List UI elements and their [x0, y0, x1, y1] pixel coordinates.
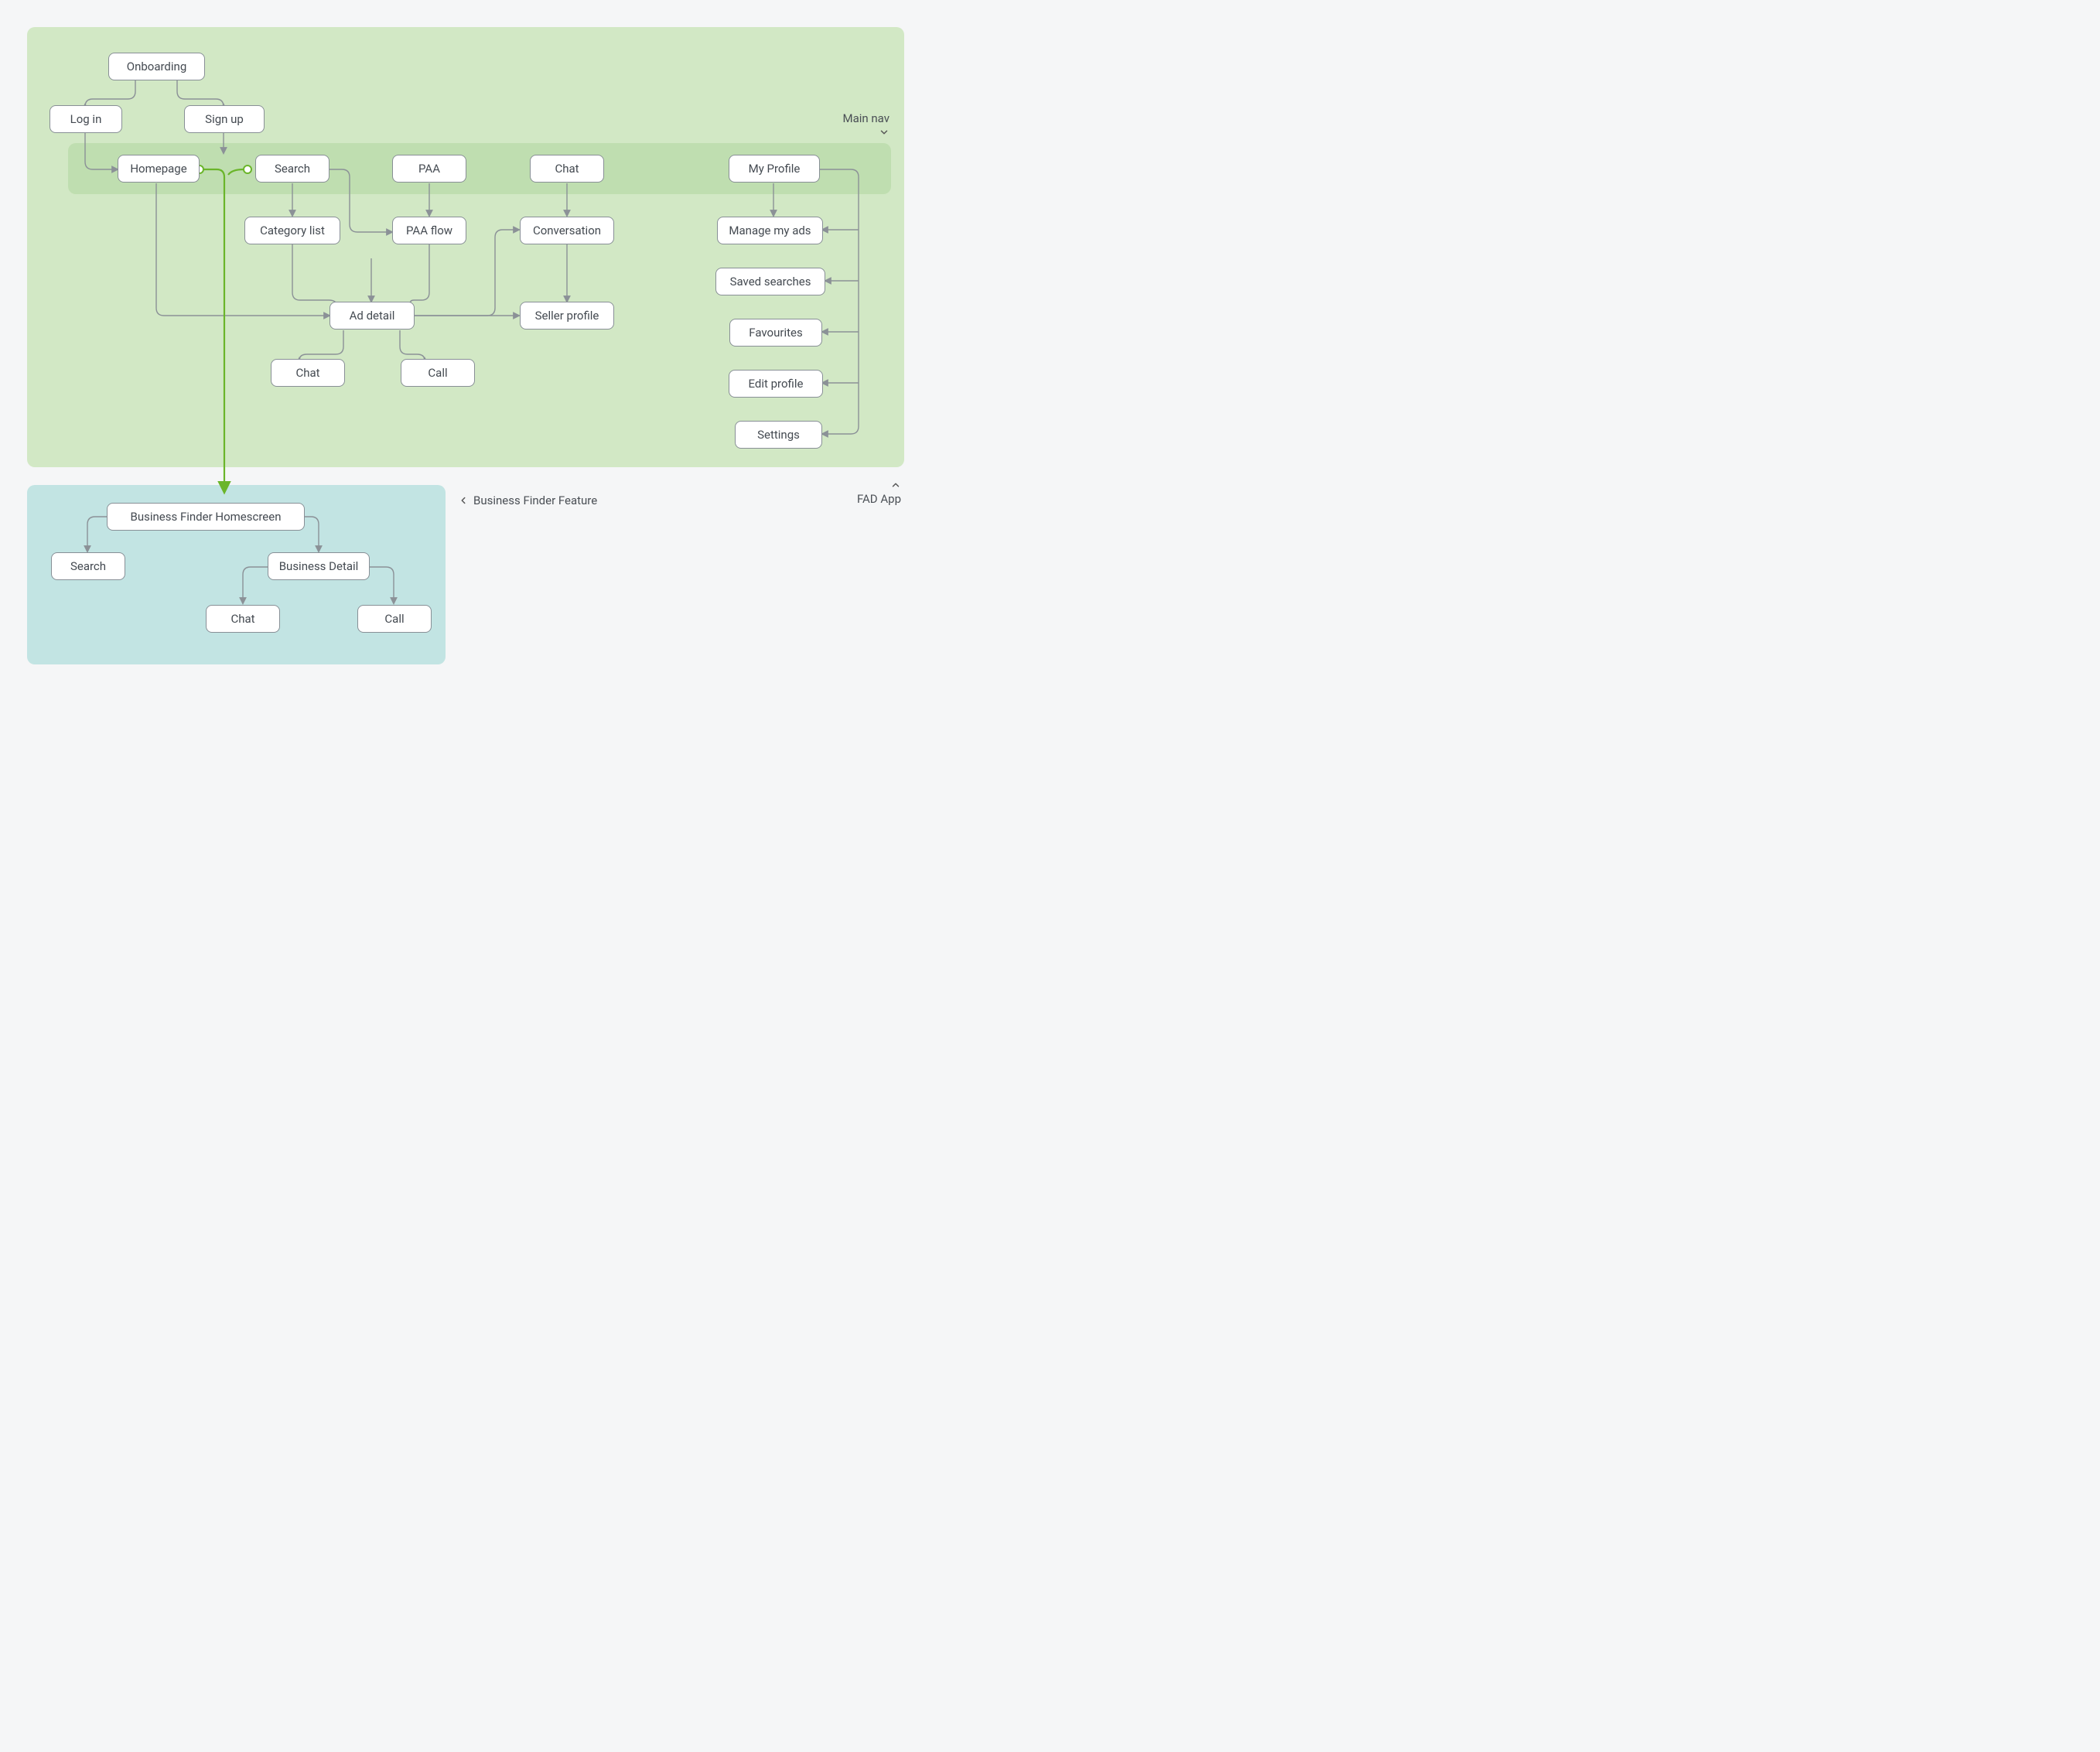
- node-bf-search[interactable]: Search: [51, 552, 125, 580]
- node-label: Manage my ads: [729, 224, 811, 237]
- node-label: Call: [428, 366, 447, 380]
- node-category-list[interactable]: Category list: [244, 217, 340, 244]
- chevron-left-icon: [458, 495, 469, 506]
- node-conversation[interactable]: Conversation: [520, 217, 614, 244]
- node-label: PAA flow: [406, 224, 452, 237]
- label-fad-app-text: FAD App: [857, 492, 901, 506]
- node-label: Onboarding: [127, 60, 187, 73]
- node-label: Conversation: [533, 224, 601, 237]
- node-bf-home[interactable]: Business Finder Homescreen: [107, 503, 305, 531]
- node-label: Saved searches: [730, 275, 811, 289]
- node-label: Edit profile: [749, 377, 804, 391]
- label-business-finder-text: Business Finder Feature: [473, 493, 597, 507]
- node-label: Category list: [260, 224, 325, 237]
- node-bf-chat[interactable]: Chat: [206, 605, 280, 633]
- chevron-down-icon: [879, 127, 890, 138]
- node-label: Homepage: [130, 162, 186, 176]
- node-label: Favourites: [749, 326, 802, 340]
- node-chat-nav[interactable]: Chat: [530, 155, 604, 183]
- label-fad-app: FAD App: [797, 480, 901, 506]
- node-ad-detail[interactable]: Ad detail: [330, 302, 415, 330]
- node-favourites[interactable]: Favourites: [729, 319, 822, 347]
- node-label: Search: [275, 162, 310, 176]
- node-label: Settings: [757, 428, 800, 442]
- node-my-profile[interactable]: My Profile: [729, 155, 820, 183]
- node-label: Chat: [295, 366, 319, 380]
- node-settings[interactable]: Settings: [735, 421, 822, 449]
- node-login[interactable]: Log in: [50, 105, 122, 133]
- node-label: My Profile: [749, 162, 801, 176]
- node-label: Ad detail: [350, 309, 395, 323]
- label-main-nav-text: Main nav: [842, 111, 890, 125]
- label-business-finder: Business Finder Feature: [458, 493, 597, 507]
- node-saved-searches[interactable]: Saved searches: [715, 268, 825, 295]
- node-label: PAA: [418, 162, 440, 176]
- node-call-sub[interactable]: Call: [401, 359, 475, 387]
- node-signup[interactable]: Sign up: [184, 105, 265, 133]
- node-label: Log in: [70, 112, 102, 126]
- node-paa-flow[interactable]: PAA flow: [392, 217, 466, 244]
- node-onboarding[interactable]: Onboarding: [108, 53, 205, 80]
- node-label: Seller profile: [535, 309, 599, 323]
- chevron-up-icon: [890, 480, 901, 490]
- node-seller-profile[interactable]: Seller profile: [520, 302, 614, 330]
- node-label: Chat: [555, 162, 579, 176]
- node-edit-profile[interactable]: Edit profile: [729, 370, 823, 398]
- node-manage-ads[interactable]: Manage my ads: [717, 217, 823, 244]
- node-label: Call: [384, 612, 404, 626]
- node-label: Business Finder Homescreen: [131, 510, 282, 524]
- node-search[interactable]: Search: [255, 155, 330, 183]
- node-chat-sub[interactable]: Chat: [271, 359, 345, 387]
- node-label: Search: [70, 559, 106, 573]
- node-bf-detail[interactable]: Business Detail: [268, 552, 370, 580]
- label-main-nav: Main nav: [773, 111, 890, 138]
- node-bf-call[interactable]: Call: [357, 605, 432, 633]
- diagram-canvas: Main nav FAD App Business Finder Feature…: [0, 0, 934, 778]
- node-homepage[interactable]: Homepage: [118, 155, 200, 183]
- region-fad-app: [27, 27, 904, 467]
- node-label: Chat: [230, 612, 254, 626]
- node-paa[interactable]: PAA: [392, 155, 466, 183]
- node-label: Business Detail: [279, 559, 359, 573]
- node-label: Sign up: [205, 112, 244, 126]
